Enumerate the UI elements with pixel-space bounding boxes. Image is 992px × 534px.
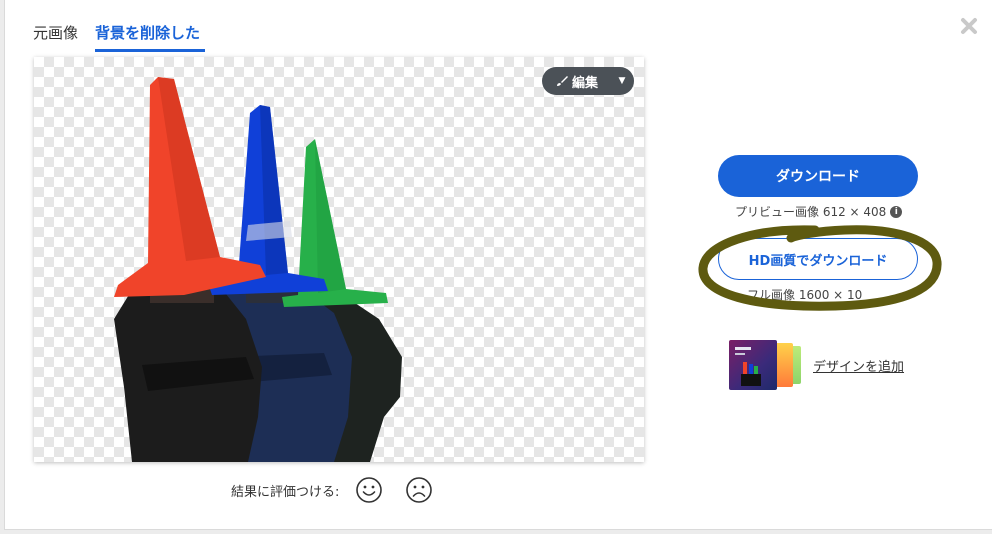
design-thumbnails bbox=[729, 340, 805, 390]
result-image bbox=[114, 77, 402, 462]
design-thumb-main bbox=[729, 340, 777, 390]
edit-dropdown-caret-icon[interactable]: ▼ bbox=[610, 76, 634, 86]
download-button[interactable]: ダウンロード bbox=[718, 155, 918, 197]
background-removal-dialog: 元画像 背景を削除した 編集 ▼ 結果に評価つける: ダウンロード プリビュー画… bbox=[4, 0, 992, 530]
info-icon[interactable]: i bbox=[890, 205, 903, 218]
add-design[interactable]: デザインを追加 bbox=[729, 340, 904, 390]
edit-label: 編集 bbox=[572, 75, 599, 91]
hd-download-button[interactable]: HD画質でダウンロード bbox=[718, 238, 918, 280]
preview-size-text: プリビュー画像 612 × 408 bbox=[735, 205, 887, 219]
full-size-info: フル画像 1600 × 10 bbox=[747, 288, 863, 302]
preview-size-info: プリビュー画像 612 × 408 i bbox=[735, 203, 903, 220]
add-design-link[interactable]: デザインを追加 bbox=[813, 356, 904, 375]
tab-background-removed[interactable]: 背景を削除した bbox=[95, 20, 206, 52]
sad-face-icon[interactable] bbox=[405, 476, 433, 504]
brush-icon bbox=[557, 76, 568, 86]
rating-bar: 結果に評価つける: bbox=[231, 476, 433, 504]
close-icon[interactable] bbox=[959, 16, 979, 36]
rating-label: 結果に評価つける: bbox=[231, 484, 340, 500]
edit-button[interactable]: 編集 ▼ bbox=[542, 67, 634, 95]
image-tabs: 元画像 背景を削除した bbox=[33, 20, 217, 52]
smiley-face-icon[interactable] bbox=[355, 476, 383, 504]
tab-original[interactable]: 元画像 bbox=[33, 20, 83, 52]
result-preview: 編集 ▼ bbox=[34, 57, 644, 462]
